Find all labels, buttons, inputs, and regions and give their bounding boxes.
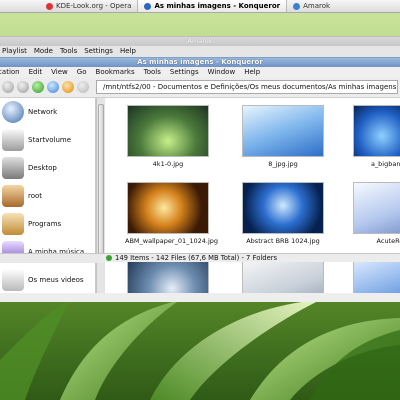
menu-tools[interactable]: Tools bbox=[60, 47, 77, 55]
file-item[interactable] bbox=[351, 260, 400, 293]
file-item[interactable] bbox=[125, 260, 211, 293]
stop-icon[interactable] bbox=[77, 81, 89, 93]
sidebar-item-label: Desktop bbox=[28, 164, 57, 172]
file-item[interactable]: 4k1-0.jpg bbox=[125, 105, 211, 168]
file-item[interactable]: ABM_wallpaper_01_1024.jpg bbox=[125, 182, 219, 245]
thumbnail bbox=[242, 182, 324, 234]
location-text: /mnt/ntfs2/00 - Documentos e Definições/… bbox=[103, 83, 397, 91]
status-bar: 149 Items - 142 Files (67,6 MB Total) - … bbox=[103, 253, 400, 262]
taskbar-item-amarok[interactable]: Amarok bbox=[287, 0, 336, 12]
scrollbar-thumb[interactable] bbox=[98, 104, 104, 254]
programs-icon bbox=[2, 213, 24, 235]
forward-icon[interactable] bbox=[17, 81, 29, 93]
video-icon bbox=[2, 269, 24, 291]
network-icon bbox=[2, 101, 24, 123]
taskbar-item-label: As minhas imagens - Konqueror bbox=[154, 2, 281, 10]
sidebar-item-network[interactable]: Network bbox=[0, 98, 95, 126]
thumbnail bbox=[127, 260, 209, 293]
thumbnail bbox=[353, 105, 400, 157]
sidebar-scrollbar[interactable] bbox=[96, 98, 105, 293]
back-icon[interactable] bbox=[2, 81, 14, 93]
sidebar-item-root[interactable]: root bbox=[0, 182, 95, 210]
sidebar-footer bbox=[0, 253, 103, 263]
thumbnail bbox=[353, 182, 400, 234]
amarok-title: Amarok bbox=[0, 37, 400, 46]
home-icon bbox=[2, 185, 24, 207]
taskbar-item-opera[interactable]: KDE-Look.org - Opera bbox=[40, 0, 137, 12]
file-name: ABM_wallpaper_01_1024.jpg bbox=[125, 237, 219, 245]
home-icon[interactable] bbox=[62, 81, 74, 93]
konqueror-menubar: Location Edit View Go Bookmarks Tools Se… bbox=[0, 67, 400, 77]
location-bar[interactable]: /mnt/ntfs2/00 - Documentos e Definições/… bbox=[96, 80, 398, 94]
sidebar-item-videos[interactable]: Os meus videos bbox=[0, 266, 95, 293]
taskbar-item-label: KDE-Look.org - Opera bbox=[56, 2, 132, 10]
sidebar-item-label: Network bbox=[28, 108, 58, 116]
file-item[interactable]: a_bigbang_in_ bbox=[351, 105, 400, 168]
file-view: 4k1-0.jpg 8_jpg.jpg a_bigbang_in_ ABM_wa… bbox=[105, 98, 400, 293]
thumbnail bbox=[127, 105, 209, 157]
thumbnail bbox=[127, 182, 209, 234]
reload-icon[interactable] bbox=[47, 81, 59, 93]
sidebar-item-label: root bbox=[28, 192, 43, 200]
menu-bookmarks[interactable]: Bookmarks bbox=[96, 68, 135, 76]
status-led-icon bbox=[106, 255, 112, 261]
sidebar-item-label: Programs bbox=[28, 220, 62, 228]
file-item[interactable] bbox=[240, 260, 326, 293]
file-item[interactable]: 8_jpg.jpg bbox=[240, 105, 326, 168]
thumbnail bbox=[242, 105, 324, 157]
taskbar-item-konqueror[interactable]: As minhas imagens - Konqueror bbox=[137, 0, 288, 12]
menu-settings[interactable]: Settings bbox=[170, 68, 199, 76]
menu-window[interactable]: Window bbox=[208, 68, 236, 76]
thumbnail bbox=[353, 260, 400, 293]
menu-edit[interactable]: Edit bbox=[29, 68, 43, 76]
drive-icon bbox=[2, 129, 24, 151]
menu-tools[interactable]: Tools bbox=[144, 68, 161, 76]
menu-mode[interactable]: Mode bbox=[34, 47, 53, 55]
menu-view[interactable]: View bbox=[51, 68, 68, 76]
sidebar: Network Startvolume Desktop root Program… bbox=[0, 98, 96, 293]
sidebar-item-label: Os meus videos bbox=[28, 276, 84, 284]
taskbar: KDE-Look.org - Opera As minhas imagens -… bbox=[0, 0, 400, 13]
konqueror-window: As minhas imagens - Konqueror Location E… bbox=[0, 57, 400, 302]
status-text: 149 Items - 142 Files (67,6 MB Total) - … bbox=[115, 253, 278, 262]
file-name: 8_jpg.jpg bbox=[268, 160, 298, 168]
desktop-icon bbox=[2, 157, 24, 179]
thumbnail bbox=[242, 260, 324, 293]
sidebar-item-desktop[interactable]: Desktop bbox=[0, 154, 95, 182]
file-name: a_bigbang_in_ bbox=[370, 160, 400, 168]
taskbar-item-label: Amarok bbox=[303, 2, 331, 10]
amarok-window: Amarok Playlist Mode Tools Settings Help bbox=[0, 36, 400, 57]
file-name: Abstract BRB 1024.jpg bbox=[246, 237, 320, 245]
up-icon[interactable] bbox=[32, 81, 44, 93]
sidebar-item-startvolume[interactable]: Startvolume bbox=[0, 126, 95, 154]
opera-icon bbox=[46, 2, 53, 10]
window-title: As minhas imagens - Konqueror bbox=[0, 58, 400, 67]
file-item[interactable]: Abstract BRB 1024.jpg bbox=[240, 182, 326, 245]
amarok-icon bbox=[293, 2, 301, 10]
sidebar-item-label: Startvolume bbox=[28, 136, 72, 144]
toolbar: /mnt/ntfs2/00 - Documentos e Definições/… bbox=[0, 77, 400, 98]
amarok-menubar: Playlist Mode Tools Settings Help bbox=[0, 46, 400, 56]
menu-playlist[interactable]: Playlist bbox=[2, 47, 27, 55]
file-name: AcuteRefle bbox=[376, 237, 400, 245]
file-item[interactable]: AcuteRefle bbox=[351, 182, 400, 245]
menu-go[interactable]: Go bbox=[77, 68, 87, 76]
konqueror-icon bbox=[144, 2, 152, 10]
menu-location[interactable]: Location bbox=[0, 68, 20, 76]
menu-help[interactable]: Help bbox=[244, 68, 260, 76]
sidebar-item-programs[interactable]: Programs bbox=[0, 210, 95, 238]
menu-settings[interactable]: Settings bbox=[84, 47, 113, 55]
file-name: 4k1-0.jpg bbox=[152, 160, 184, 168]
menu-help[interactable]: Help bbox=[120, 47, 136, 55]
main-area: Network Startvolume Desktop root Program… bbox=[0, 98, 400, 302]
